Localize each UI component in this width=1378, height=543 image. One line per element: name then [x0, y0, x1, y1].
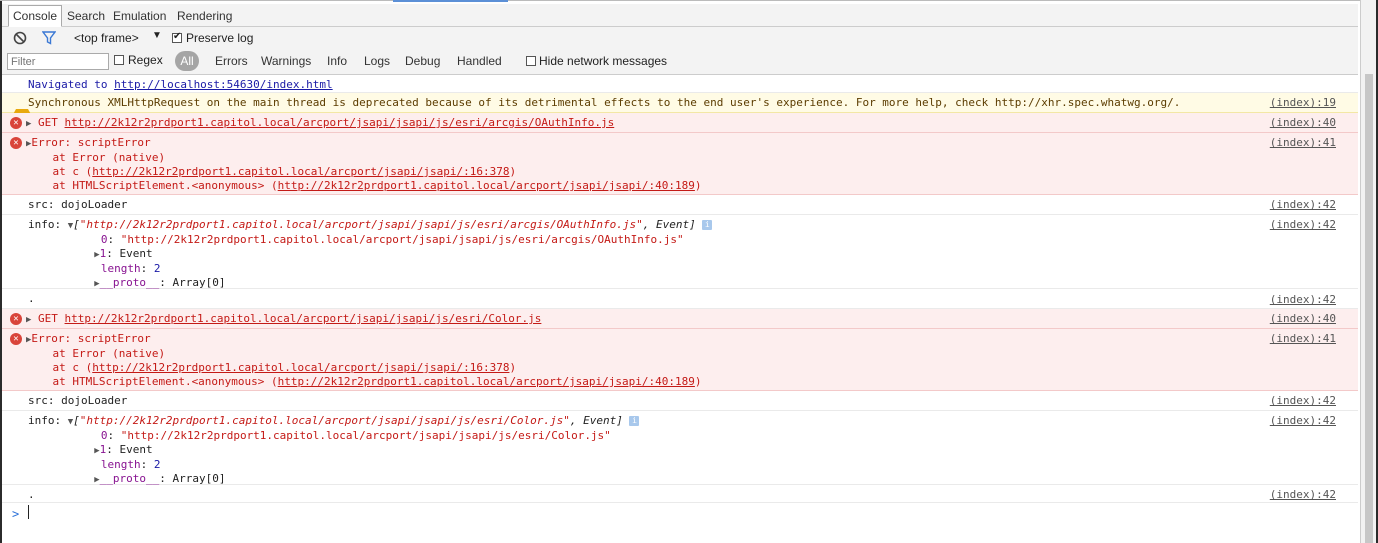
source-link[interactable]: (index):42 — [1270, 488, 1336, 501]
tab-console[interactable]: Console — [8, 5, 63, 27]
console-messages: Navigated to http://localhost:54630/inde… — [2, 75, 1358, 543]
regex-checkbox[interactable] — [114, 54, 124, 68]
error-message-stack: ✕ ▶Error: scriptError at Error (native) … — [2, 133, 1358, 195]
level-warnings-button[interactable]: Warnings — [261, 54, 311, 68]
level-logs-button[interactable]: Logs — [364, 54, 390, 68]
error-icon: ✕ — [10, 117, 22, 129]
error-icon: ✕ — [10, 313, 22, 325]
tab-search[interactable]: Search — [63, 7, 109, 25]
filter-funnel-icon[interactable] — [41, 31, 57, 48]
log-message: src: dojoLoader (index):42 — [2, 391, 1358, 411]
filter-bar: Regex All Errors Warnings Info Logs Debu… — [2, 49, 1358, 75]
error-message-get: ✕ ▶ GET http://2k12r2prdport1.capitol.lo… — [2, 113, 1358, 133]
source-link[interactable]: (index):40 — [1270, 312, 1336, 325]
navigation-message: Navigated to http://localhost:54630/inde… — [2, 75, 1358, 93]
log-object-message: info: ▼["http://2k12r2prdport1.capitol.l… — [2, 215, 1358, 289]
scrollbar-thumb[interactable] — [1365, 74, 1373, 543]
devtools-drawer-tabbar: Console Search Emulation Rendering — [2, 4, 1358, 27]
info-icon[interactable]: i — [629, 416, 640, 426]
log-message: . (index):42 — [2, 289, 1358, 309]
regex-label: Regex — [128, 53, 163, 67]
tab-rendering[interactable]: Rendering — [173, 7, 236, 25]
vertical-scrollbar[interactable] — [1360, 0, 1378, 543]
level-errors-button[interactable]: Errors — [215, 54, 248, 68]
expand-triangle-icon[interactable]: ▶ — [26, 315, 31, 325]
frame-dropdown-arrow-icon[interactable]: ▼ — [152, 30, 162, 41]
request-url-link[interactable]: http://2k12r2prdport1.capitol.local/arcp… — [65, 312, 542, 325]
source-link[interactable]: (index):40 — [1270, 116, 1336, 129]
request-url-link[interactable]: http://2k12r2prdport1.capitol.local/arcp… — [65, 116, 615, 129]
error-message-get: ✕ ▶ GET http://2k12r2prdport1.capitol.lo… — [2, 309, 1358, 329]
info-icon[interactable]: i — [702, 220, 713, 230]
stack-url-link[interactable]: http://2k12r2prdport1.capitol.local/arcp… — [92, 361, 509, 374]
tab-emulation[interactable]: Emulation — [109, 7, 170, 25]
hide-network-label: Hide network messages — [539, 54, 668, 68]
console-prompt-icon: > — [12, 507, 20, 521]
top-accent-bar — [393, 0, 508, 2]
warning-message: Synchronous XMLHttpRequest on the main t… — [2, 93, 1358, 120]
navigated-url-link[interactable]: http://localhost:54630/index.html — [114, 78, 333, 91]
filter-input[interactable] — [7, 53, 109, 70]
stack-url-link[interactable]: http://2k12r2prdport1.capitol.local/arcp… — [278, 375, 695, 388]
source-link[interactable]: (index):41 — [1270, 136, 1336, 149]
error-icon: ✕ — [10, 333, 22, 345]
source-link[interactable]: (index):42 — [1270, 198, 1336, 211]
stack-url-link[interactable]: http://2k12r2prdport1.capitol.local/arcp… — [92, 165, 509, 178]
clear-console-icon[interactable] — [13, 31, 27, 48]
level-handled-button[interactable]: Handled — [457, 54, 502, 68]
hide-network-checkbox[interactable] — [526, 55, 536, 69]
level-debug-button[interactable]: Debug — [405, 54, 440, 68]
error-icon: ✕ — [10, 137, 22, 149]
expand-triangle-icon[interactable]: ▶ — [26, 119, 31, 129]
source-link[interactable]: (index):42 — [1270, 414, 1336, 427]
top-divider — [0, 0, 1360, 1]
source-link[interactable]: (index):42 — [1270, 218, 1336, 231]
stack-url-link[interactable]: http://2k12r2prdport1.capitol.local/arcp… — [278, 179, 695, 192]
source-link[interactable]: (index):19 — [1270, 96, 1336, 109]
frame-selector[interactable]: <top frame> — [74, 31, 139, 45]
log-message: src: dojoLoader (index):42 — [2, 195, 1358, 215]
preserve-log-label: Preserve log — [186, 31, 254, 45]
log-object-message: info: ▼["http://2k12r2prdport1.capitol.l… — [2, 411, 1358, 485]
source-link[interactable]: (index):42 — [1270, 293, 1336, 306]
level-all-button[interactable]: All — [175, 51, 199, 71]
level-info-button[interactable]: Info — [327, 54, 347, 68]
preserve-log-checkbox[interactable] — [172, 31, 182, 46]
error-message-stack: ✕ ▶Error: scriptError at Error (native) … — [2, 329, 1358, 391]
console-input-caret[interactable] — [28, 505, 29, 519]
console-toolbar: <top frame> ▼ Preserve log — [2, 27, 1358, 49]
log-message: . (index):42 — [2, 485, 1358, 503]
source-link[interactable]: (index):42 — [1270, 394, 1336, 407]
source-link[interactable]: (index):41 — [1270, 332, 1336, 345]
